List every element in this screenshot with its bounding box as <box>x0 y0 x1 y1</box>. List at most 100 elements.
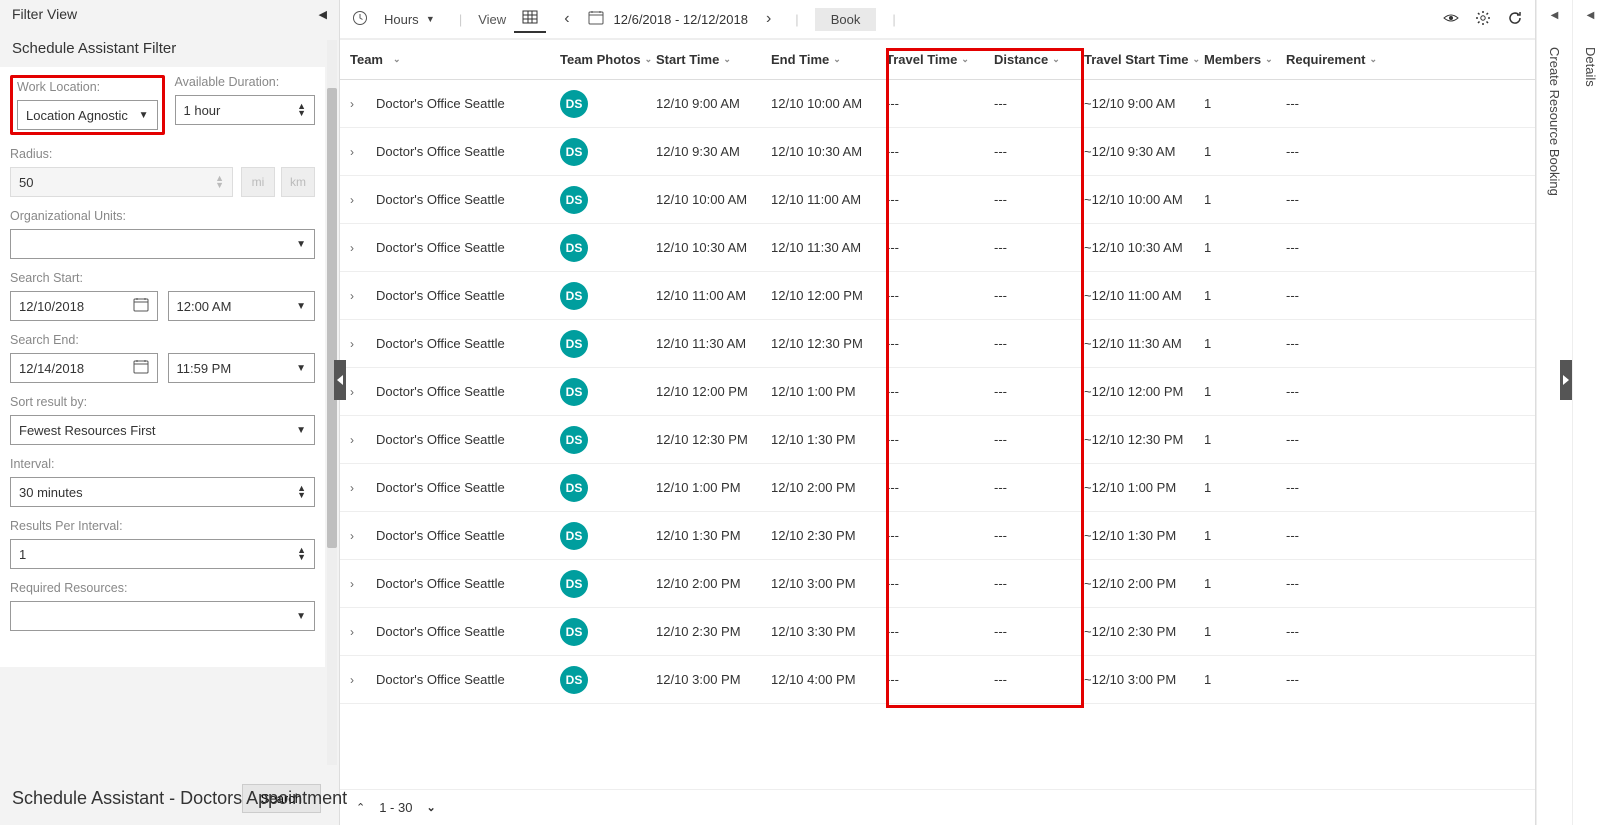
collapse-up-icon[interactable]: ⌃ <box>356 801 365 814</box>
cell-distance: --- <box>994 432 1084 447</box>
expand-icon[interactable]: › <box>350 577 366 591</box>
cell-requirement: --- <box>1286 384 1396 399</box>
search-end-date[interactable]: 12/14/2018 <box>10 353 158 383</box>
table-row[interactable]: ›Doctor's Office Seattle DS 12/10 3:00 P… <box>340 656 1535 704</box>
table-row[interactable]: ›Doctor's Office Seattle DS 12/10 9:30 A… <box>340 128 1535 176</box>
table-row[interactable]: ›Doctor's Office Seattle DS 12/10 1:00 P… <box>340 464 1535 512</box>
table-row[interactable]: ›Doctor's Office Seattle DS 12/10 2:00 P… <box>340 560 1535 608</box>
cell-travel: --- <box>886 624 994 639</box>
details-tab[interactable]: Details <box>1583 41 1598 87</box>
expand-icon[interactable]: › <box>350 385 366 399</box>
cell-travel-start: ~12/10 10:00 AM <box>1084 192 1204 207</box>
table-row[interactable]: ›Doctor's Office Seattle DS 12/10 12:00 … <box>340 368 1535 416</box>
expand-icon[interactable]: › <box>350 433 366 447</box>
search-start-label: Search Start: <box>10 271 315 285</box>
col-end-time[interactable]: End Time⌄ <box>771 52 886 67</box>
org-units-dropdown[interactable]: ▼ <box>10 229 315 259</box>
filter-scrollbar[interactable] <box>327 40 337 765</box>
expand-icon[interactable]: › <box>350 193 366 207</box>
calendar-icon[interactable] <box>133 359 149 378</box>
cell-travel-start: ~12/10 12:30 PM <box>1084 432 1204 447</box>
team-name: Doctor's Office Seattle <box>376 672 505 687</box>
filter-panel-header[interactable]: Filter View ◀ <box>0 0 339 28</box>
col-requirement[interactable]: Requirement⌄ <box>1286 52 1396 67</box>
cell-start: 12/10 11:00 AM <box>656 288 771 303</box>
prev-button[interactable]: ‹ <box>556 6 577 32</box>
available-duration-input[interactable]: 1 hour ▲▼ <box>175 95 316 125</box>
col-distance[interactable]: Distance⌄ <box>994 52 1084 67</box>
expand-icon[interactable]: › <box>350 241 366 255</box>
search-start-time[interactable]: 12:00 AM ▼ <box>168 291 316 321</box>
table-row[interactable]: ›Doctor's Office Seattle DS 12/10 10:00 … <box>340 176 1535 224</box>
sort-by-dropdown[interactable]: Fewest Resources First ▼ <box>10 415 315 445</box>
col-team[interactable]: Team⌄ <box>350 52 560 67</box>
cell-travel: --- <box>886 576 994 591</box>
refresh-icon[interactable] <box>1507 10 1523 29</box>
cell-members: 1 <box>1204 576 1286 591</box>
gear-icon[interactable] <box>1475 10 1491 29</box>
book-button[interactable]: Book <box>815 8 877 31</box>
caret-left-icon[interactable]: ◀ <box>1587 10 1595 21</box>
table-row[interactable]: ›Doctor's Office Seattle DS 12/10 9:00 A… <box>340 80 1535 128</box>
calendar-icon[interactable] <box>133 297 149 316</box>
cell-travel-start: ~12/10 9:30 AM <box>1084 144 1204 159</box>
table-row[interactable]: ›Doctor's Office Seattle DS 12/10 2:30 P… <box>340 608 1535 656</box>
toolbar: Hours ▼ | View ‹ 12/6/2018 - 12/12/2018 … <box>340 0 1535 40</box>
cell-members: 1 <box>1204 192 1286 207</box>
cell-requirement: --- <box>1286 192 1396 207</box>
col-travel-start[interactable]: Travel Start Time⌄ <box>1084 52 1204 67</box>
table-row[interactable]: ›Doctor's Office Seattle DS 12/10 12:30 … <box>340 416 1535 464</box>
search-end-time[interactable]: 11:59 PM ▼ <box>168 353 316 383</box>
create-resource-booking-tab[interactable]: Create Resource Booking <box>1547 41 1562 196</box>
spinner-icon[interactable]: ▲▼ <box>297 485 306 499</box>
col-team-photos[interactable]: Team Photos⌄ <box>560 52 656 67</box>
work-location-dropdown[interactable]: Location Agnostic ▼ <box>17 100 158 130</box>
spinner-icon[interactable]: ▲▼ <box>297 547 306 561</box>
col-start-time[interactable]: Start Time⌄ <box>656 52 771 67</box>
eye-icon[interactable] <box>1443 10 1459 29</box>
expand-icon[interactable]: › <box>350 145 366 159</box>
expand-icon[interactable]: › <box>350 529 366 543</box>
table-row[interactable]: ›Doctor's Office Seattle DS 12/10 1:30 P… <box>340 512 1535 560</box>
table-row[interactable]: ›Doctor's Office Seattle DS 12/10 11:00 … <box>340 272 1535 320</box>
expand-icon[interactable]: › <box>350 289 366 303</box>
spinner-icon[interactable]: ▲▼ <box>297 103 306 117</box>
next-button[interactable]: › <box>758 6 779 32</box>
expand-icon[interactable]: › <box>350 673 366 687</box>
grid-view-button[interactable] <box>514 5 546 33</box>
collapse-filter-tab[interactable] <box>334 360 346 400</box>
interval-input[interactable]: 30 minutes ▲▼ <box>10 477 315 507</box>
expand-icon[interactable]: › <box>350 337 366 351</box>
table-row[interactable]: ›Doctor's Office Seattle DS 12/10 11:30 … <box>340 320 1535 368</box>
collapse-left-icon[interactable]: ◀ <box>319 8 327 21</box>
cell-travel-start: ~12/10 11:00 AM <box>1084 288 1204 303</box>
required-resources-dropdown[interactable]: ▼ <box>10 601 315 631</box>
caret-down-icon: ▼ <box>296 363 306 374</box>
expand-icon[interactable]: › <box>350 97 366 111</box>
avatar: DS <box>560 186 588 214</box>
cell-end: 12/10 3:30 PM <box>771 624 886 639</box>
col-members[interactable]: Members⌄ <box>1204 52 1286 67</box>
col-travel-time[interactable]: Travel Time⌄ <box>886 52 994 67</box>
table-row[interactable]: ›Doctor's Office Seattle DS 12/10 10:30 … <box>340 224 1535 272</box>
avatar: DS <box>560 618 588 646</box>
expand-down-icon[interactable]: ⌄ <box>426 801 435 814</box>
cell-end: 12/10 1:30 PM <box>771 432 886 447</box>
org-units-label: Organizational Units: <box>10 209 315 223</box>
search-start-date[interactable]: 12/10/2018 <box>10 291 158 321</box>
calendar-icon[interactable] <box>588 10 604 29</box>
cell-members: 1 <box>1204 480 1286 495</box>
date-range[interactable]: 12/6/2018 - 12/12/2018 <box>614 12 748 27</box>
collapse-right-tab[interactable] <box>1560 360 1572 400</box>
chevron-down-icon: ⌄ <box>723 54 731 65</box>
results-per-interval-input[interactable]: 1 ▲▼ <box>10 539 315 569</box>
expand-icon[interactable]: › <box>350 625 366 639</box>
caret-down-icon: ▼ <box>296 425 306 436</box>
caret-left-icon[interactable]: ◀ <box>1551 10 1559 21</box>
grid-body[interactable]: ›Doctor's Office Seattle DS 12/10 9:00 A… <box>340 80 1535 789</box>
cell-members: 1 <box>1204 240 1286 255</box>
hours-dropdown[interactable]: Hours ▼ <box>376 8 443 31</box>
grid-footer: ⌃ 1 - 30 ⌄ <box>340 789 1535 825</box>
expand-icon[interactable]: › <box>350 481 366 495</box>
cell-end: 12/10 2:00 PM <box>771 480 886 495</box>
